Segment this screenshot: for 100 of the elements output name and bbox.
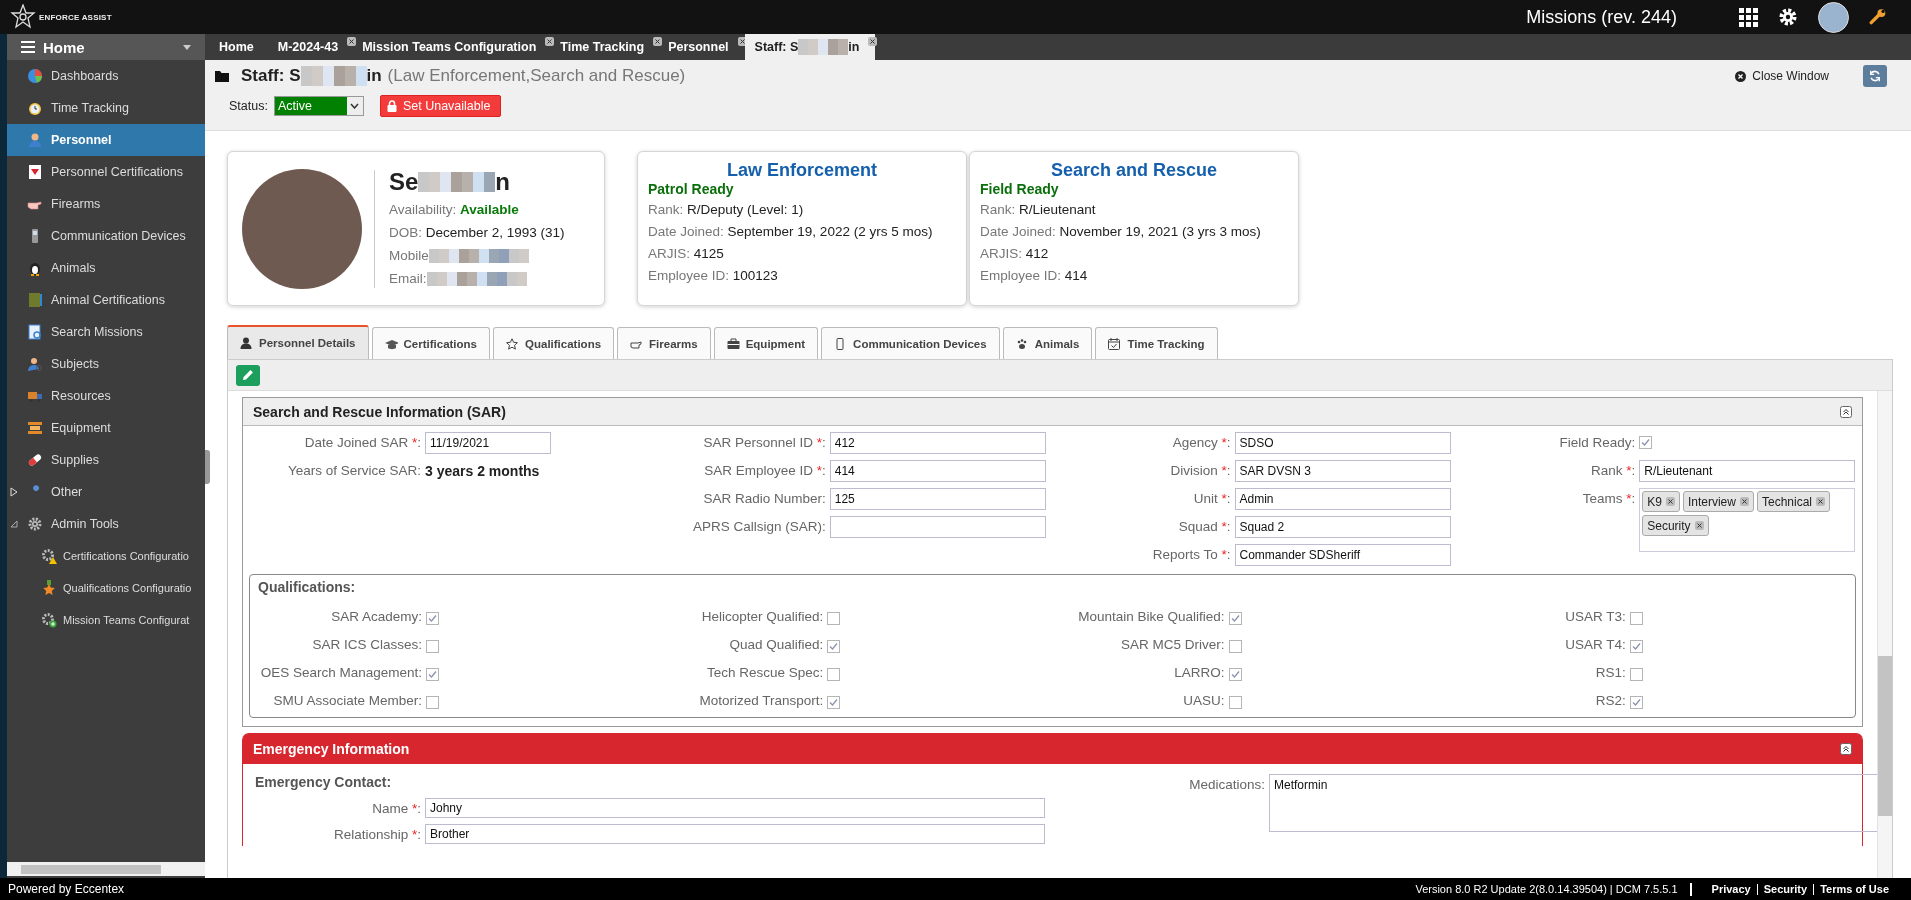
team-tag[interactable]: K9 — [1642, 491, 1680, 512]
close-icon[interactable] — [347, 37, 357, 46]
sidebar-item[interactable]: Supplies — [7, 444, 205, 476]
app-grid-icon[interactable] — [1739, 7, 1758, 27]
status-dropdown[interactable]: Active — [273, 96, 364, 116]
close-icon[interactable] — [868, 37, 878, 46]
refresh-button[interactable] — [1863, 65, 1887, 87]
close-icon[interactable] — [545, 37, 555, 46]
unchecked-checkbox[interactable] — [1629, 667, 1643, 681]
avatar[interactable] — [1818, 1, 1849, 33]
book-icon — [27, 292, 43, 308]
tab[interactable]: Certifications — [371, 327, 490, 359]
remove-icon[interactable] — [1694, 521, 1704, 530]
unchecked-checkbox[interactable] — [1228, 639, 1242, 653]
unchecked-checkbox[interactable] — [1228, 695, 1242, 709]
team-tag[interactable]: Security — [1642, 515, 1709, 536]
sidebar-item[interactable]: Dashboards — [7, 60, 205, 92]
checked-checkbox[interactable] — [827, 639, 841, 653]
sidebar-item[interactable]: Time Tracking — [7, 92, 205, 124]
collapse-handle[interactable] — [205, 450, 210, 484]
input-field[interactable]: Johny — [425, 798, 1045, 818]
close-window-link[interactable]: Close Window — [1735, 69, 1829, 83]
collapse-icon[interactable] — [1840, 743, 1852, 755]
edit-button[interactable] — [236, 364, 260, 386]
sidebar-item[interactable]: Communication Devices — [7, 220, 205, 252]
unchecked-checkbox[interactable] — [827, 611, 841, 625]
checkbox-label: SAR Academy: — [330, 608, 423, 624]
document-tab[interactable]: M-2024-43 — [269, 34, 355, 60]
unchecked-checkbox[interactable] — [426, 639, 439, 653]
checked-checkbox[interactable] — [1629, 695, 1643, 709]
sidebar-item[interactable]: Subjects — [7, 348, 205, 380]
unchecked-checkbox[interactable] — [426, 695, 439, 709]
document-tab[interactable]: Time Tracking — [552, 34, 661, 60]
checked-checkbox[interactable] — [1228, 611, 1242, 625]
checked-checkbox[interactable] — [426, 611, 439, 625]
checkbox-label: UASU: — [1182, 692, 1226, 708]
sidebar-item[interactable]: Qualifications Configuratio — [7, 572, 205, 604]
sidebar-item[interactable]: Certifications Configuratio — [7, 540, 205, 572]
tab[interactable]: Time Tracking — [1095, 327, 1218, 359]
input-field[interactable]: R/Lieutenant — [1639, 460, 1856, 482]
input-field[interactable]: 125 — [829, 488, 1046, 510]
set-unavailable-button[interactable]: Set Unavailable — [379, 95, 502, 117]
remove-icon[interactable] — [1665, 497, 1675, 506]
tags-field[interactable]: K9 Interview Technical Security — [1639, 488, 1856, 552]
checked-checkbox[interactable] — [1629, 639, 1643, 653]
document-tab[interactable]: Mission Teams Configuration — [354, 34, 553, 60]
person-name: Se n — [389, 167, 512, 196]
footer-link[interactable]: Privacy — [1711, 883, 1751, 895]
close-icon[interactable] — [653, 37, 663, 46]
sidebar-item[interactable]: Resources — [7, 380, 205, 412]
input-field[interactable]: 414 — [829, 460, 1046, 482]
sidebar-item[interactable]: Personnel Certifications — [7, 156, 205, 188]
text-area[interactable]: Metformin — [1269, 774, 1877, 832]
input-field[interactable]: SDSO — [1234, 432, 1451, 454]
checked-checkbox[interactable] — [1228, 667, 1242, 681]
remove-icon[interactable] — [1739, 497, 1749, 506]
team-tag[interactable]: Interview — [1682, 491, 1754, 512]
input-field[interactable]: Brother — [425, 824, 1045, 844]
checkbox-label: Motorized Transport: — [698, 692, 825, 708]
sidebar-item[interactable]: Mission Teams Configurat — [7, 604, 205, 636]
team-tag[interactable]: Technical — [1756, 491, 1830, 512]
tab[interactable]: Qualifications — [493, 327, 615, 359]
input-field[interactable]: SAR DVSN 3 — [1234, 460, 1451, 482]
footer-link[interactable]: Terms of Use — [1820, 883, 1889, 895]
scrollbar[interactable] — [7, 862, 205, 876]
unchecked-checkbox[interactable] — [1629, 611, 1643, 625]
tab[interactable]: Personnel Details — [227, 325, 369, 359]
field-value: R/Deputy (Level: 1) — [687, 201, 804, 219]
checked-checkbox[interactable] — [426, 667, 439, 681]
input-field[interactable]: Commander SDSheriff — [1234, 544, 1451, 566]
input-field[interactable]: 412 — [829, 432, 1046, 454]
input-field[interactable] — [829, 516, 1046, 538]
sidebar-header[interactable]: Home — [7, 34, 205, 60]
scrollbar[interactable] — [1877, 391, 1892, 878]
settings-icon[interactable] — [1778, 7, 1798, 27]
remove-icon[interactable] — [1816, 497, 1825, 506]
sidebar-item[interactable]: Equipment — [7, 412, 205, 444]
sidebar-item[interactable]: Animals — [7, 252, 205, 284]
input-field[interactable]: 11/19/2021 — [425, 432, 551, 454]
sidebar-item[interactable]: Search Missions — [7, 316, 205, 348]
tab[interactable]: Equipment — [713, 327, 819, 359]
sidebar-item[interactable]: Other — [7, 476, 205, 508]
sidebar-item[interactable]: Personnel — [7, 124, 205, 156]
document-tab[interactable]: Staff: S in — [744, 34, 876, 60]
footer-link[interactable]: Security — [1763, 883, 1808, 895]
expand-arrow-icon[interactable] — [10, 487, 18, 497]
collapse-arrow-icon[interactable] — [10, 520, 18, 528]
document-tab[interactable]: Home — [211, 34, 270, 60]
sidebar-item[interactable]: Firearms — [7, 188, 205, 220]
collapse-icon[interactable] — [1840, 405, 1852, 418]
checked-checkbox[interactable] — [827, 695, 841, 709]
tab[interactable]: Animals — [1002, 327, 1093, 359]
checked-checkbox[interactable] — [1639, 436, 1653, 449]
tab[interactable]: Communication Devices — [821, 327, 1000, 359]
input-field[interactable]: Admin — [1234, 488, 1451, 510]
tab[interactable]: Firearms — [617, 327, 711, 359]
sidebar-item[interactable]: Admin Tools — [7, 508, 205, 540]
input-field[interactable]: Squad 2 — [1234, 516, 1451, 538]
unchecked-checkbox[interactable] — [827, 667, 841, 681]
sidebar-item[interactable]: Animal Certifications — [7, 284, 205, 316]
